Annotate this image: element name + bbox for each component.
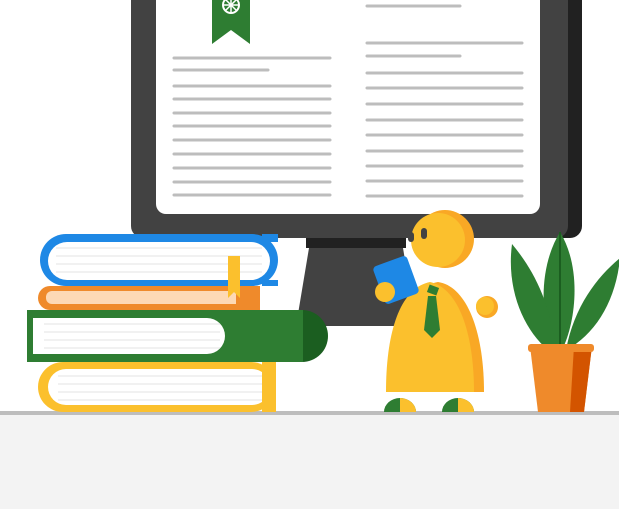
book-green [27,310,328,362]
plant-pot [528,344,594,412]
illustration-scene [0,0,619,509]
plant-icon [510,232,619,412]
desk [0,411,619,509]
ribbon-bookmark-icon [228,256,240,298]
book-orange [38,286,260,310]
feet [384,398,474,412]
book-stack-icon [27,234,328,412]
book-blue [40,234,278,286]
book-yellow [38,362,276,412]
